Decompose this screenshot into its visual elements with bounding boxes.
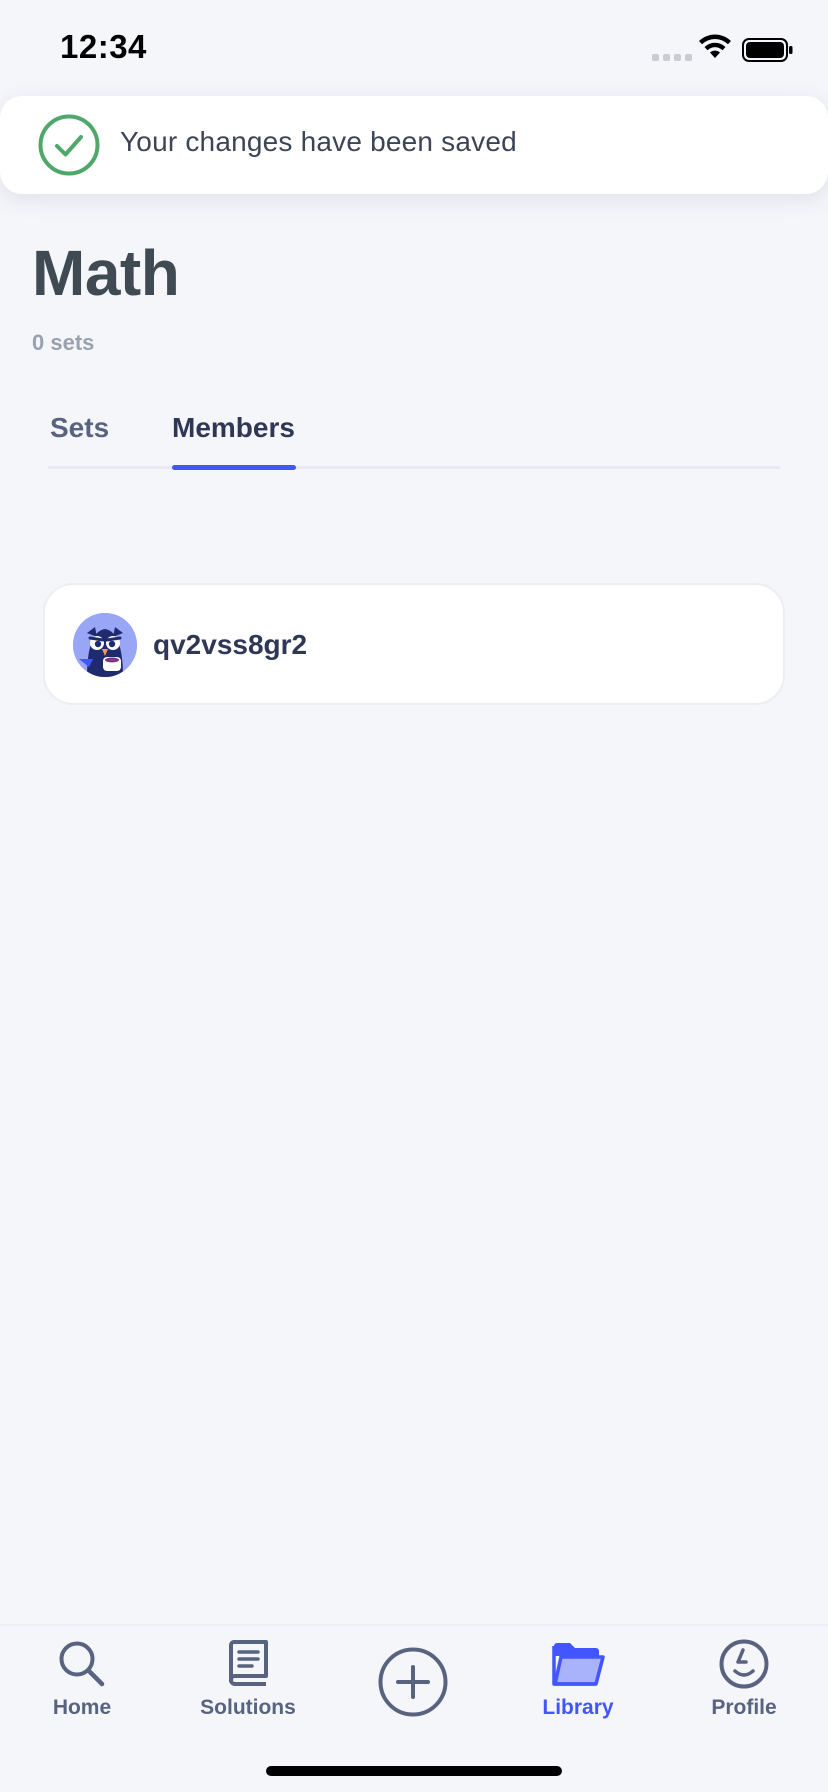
owl-avatar (73, 613, 137, 677)
nav-home[interactable]: Home (12, 1638, 152, 1720)
tab-selected-indicator (172, 465, 296, 470)
plus-circle-icon (378, 1647, 448, 1717)
check-circle-icon (38, 114, 100, 176)
tab-divider (48, 466, 780, 469)
status-bar: 12:34 (0, 0, 828, 100)
status-time: 12:34 (60, 28, 147, 65)
folder-icon (552, 1643, 605, 1686)
tab-members[interactable]: Members (172, 412, 295, 444)
member-username: qv2vss8gr2 (153, 629, 308, 660)
set-count: 0 sets (32, 330, 95, 355)
book-icon (229, 1640, 268, 1686)
nav-solutions-label: Solutions (200, 1696, 296, 1719)
owl-avatar-icon (73, 613, 137, 677)
member-card[interactable]: qv2vss8gr2 (43, 583, 785, 705)
toast-message: Your changes have been saved (120, 126, 517, 157)
nav-profile-label: Profile (711, 1696, 777, 1719)
nav-create-button[interactable] (343, 1646, 483, 1718)
nav-solutions[interactable]: Solutions (178, 1638, 318, 1720)
search-icon (59, 1641, 105, 1687)
nav-library-label: Library (542, 1696, 614, 1719)
profile-icon (719, 1639, 769, 1689)
page-title: Math (32, 237, 180, 309)
cellular-signal-icon (652, 54, 692, 61)
home-indicator[interactable] (266, 1766, 562, 1776)
screen: 12:34 Your changes have been saved Math … (0, 0, 828, 1792)
tab-sets[interactable]: Sets (50, 412, 109, 444)
battery-icon (742, 38, 793, 62)
nav-home-label: Home (52, 1696, 112, 1719)
tab-bar: Sets Members (48, 408, 780, 470)
saved-toast[interactable]: Your changes have been saved (0, 96, 828, 194)
wifi-icon (699, 34, 731, 58)
nav-profile[interactable]: Profile (674, 1638, 814, 1720)
nav-library[interactable]: Library (508, 1638, 648, 1720)
